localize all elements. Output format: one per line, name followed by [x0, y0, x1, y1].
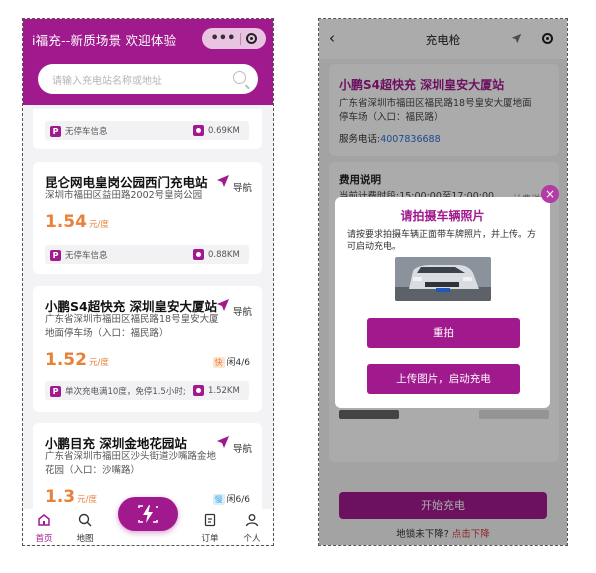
navigation-arrow-icon: [216, 299, 229, 311]
info-bar: P 单次充电满10度，免停1.5小时; 1.52KM: [45, 381, 249, 400]
navigation-arrow-icon: [216, 175, 229, 187]
search-input[interactable]: 请输入充电站名称或地址: [38, 64, 258, 94]
tab-map[interactable]: 地图: [70, 513, 100, 544]
price: 1.52 元/度: [45, 350, 109, 370]
user-icon: [245, 514, 259, 527]
parking-text: 单次充电满10度，免停1.5小时;: [65, 387, 186, 397]
fast-charge-tag: 快: [212, 357, 225, 368]
parking-text: 无停车信息: [65, 127, 108, 137]
close-target-icon[interactable]: [246, 33, 258, 44]
navigate-button[interactable]: 导航: [216, 298, 252, 318]
distance-icon: [193, 125, 204, 136]
station-address: 广东省深圳市福田区福民路18号皇安大厦地面停车场（入口：福民路）: [45, 314, 219, 339]
search-icon[interactable]: [233, 71, 246, 84]
scan-charge-button[interactable]: [118, 497, 178, 531]
more-icon[interactable]: •••: [211, 32, 236, 45]
parking-icon: P: [50, 249, 61, 261]
station-address: 深圳市福田区益田路2002号皇岗公园: [45, 190, 203, 201]
photo-modal: 请拍摄车辆照片 请按要求拍摄车辆正面带车牌照片，并上传。方可启动充电。 重拍 上…: [335, 197, 550, 408]
modal-instructions: 请按要求拍摄车辆正面带车牌照片，并上传。方可启动充电。: [347, 230, 537, 252]
slot-availability: 快闲4/6: [212, 357, 250, 368]
navigate-button[interactable]: 导航: [216, 174, 252, 194]
navigation-arrow-icon: [216, 436, 229, 448]
charger-screen: ‹ 充电枪 小鹏S4超快充 深圳皇安大厦站 广东省深圳市福田区福民路18号皇安大…: [318, 18, 568, 546]
price: 1.54 元/度: [45, 212, 109, 232]
parking-icon: P: [50, 385, 61, 397]
close-modal-icon[interactable]: ×: [541, 185, 559, 203]
distance-text: 0.69KM: [208, 125, 240, 136]
station-card[interactable]: 昆仑网电皇岗公园西门充电站 深圳市福田区益田路2002号皇岗公园 导航 1.54…: [33, 162, 262, 274]
parking-text: 无停车信息: [65, 251, 108, 261]
tab-profile[interactable]: 个人: [237, 513, 267, 544]
retake-button[interactable]: 重拍: [367, 318, 520, 348]
app-title: i福充--新质场景 欢迎体验: [32, 33, 177, 48]
home-icon: [38, 514, 50, 526]
upload-start-button[interactable]: 上传图片，启动充电: [367, 364, 520, 394]
charge-bolt-icon: [138, 505, 158, 523]
info-bar: P 无停车信息 0.88KM: [45, 245, 249, 264]
station-card[interactable]: P 无停车信息 0.69KM: [33, 109, 262, 149]
parking-icon: P: [50, 125, 61, 137]
tab-orders[interactable]: 订单: [195, 513, 225, 544]
station-address: 广东省深圳市福田区沙头街道沙嘴路金地花园（入口：沙嘴路）: [45, 451, 217, 476]
distance-text: 1.52KM: [208, 385, 240, 396]
tab-home[interactable]: 首页: [29, 513, 59, 544]
map-search-icon: [78, 513, 92, 527]
vehicle-photo: [395, 257, 491, 301]
home-screen: i福充--新质场景 欢迎体验 ••• 请输入充电站名称或地址 P 无停车信息 0.…: [22, 18, 274, 546]
search-placeholder: 请输入充电站名称或地址: [52, 76, 162, 87]
distance-icon: [193, 249, 204, 260]
price: 1.3 元/度: [45, 487, 97, 507]
slot-availability: 慢闲6/6: [212, 494, 250, 505]
station-card[interactable]: 小鹏S4超快充 深圳皇安大厦站 广东省深圳市福田区福民路18号皇安大厦地面停车场…: [33, 286, 262, 412]
navigate-button[interactable]: 导航: [216, 435, 252, 455]
distance-text: 0.88KM: [208, 249, 240, 260]
order-icon: [204, 513, 216, 527]
mini-program-capsule[interactable]: •••: [202, 28, 266, 49]
modal-title: 请拍摄车辆照片: [400, 209, 485, 223]
distance-icon: [193, 385, 204, 396]
home-header: i福充--新质场景 欢迎体验 ••• 请输入充电站名称或地址: [23, 19, 273, 105]
slow-charge-tag: 慢: [212, 494, 225, 505]
info-bar: P 无停车信息 0.69KM: [45, 121, 249, 140]
